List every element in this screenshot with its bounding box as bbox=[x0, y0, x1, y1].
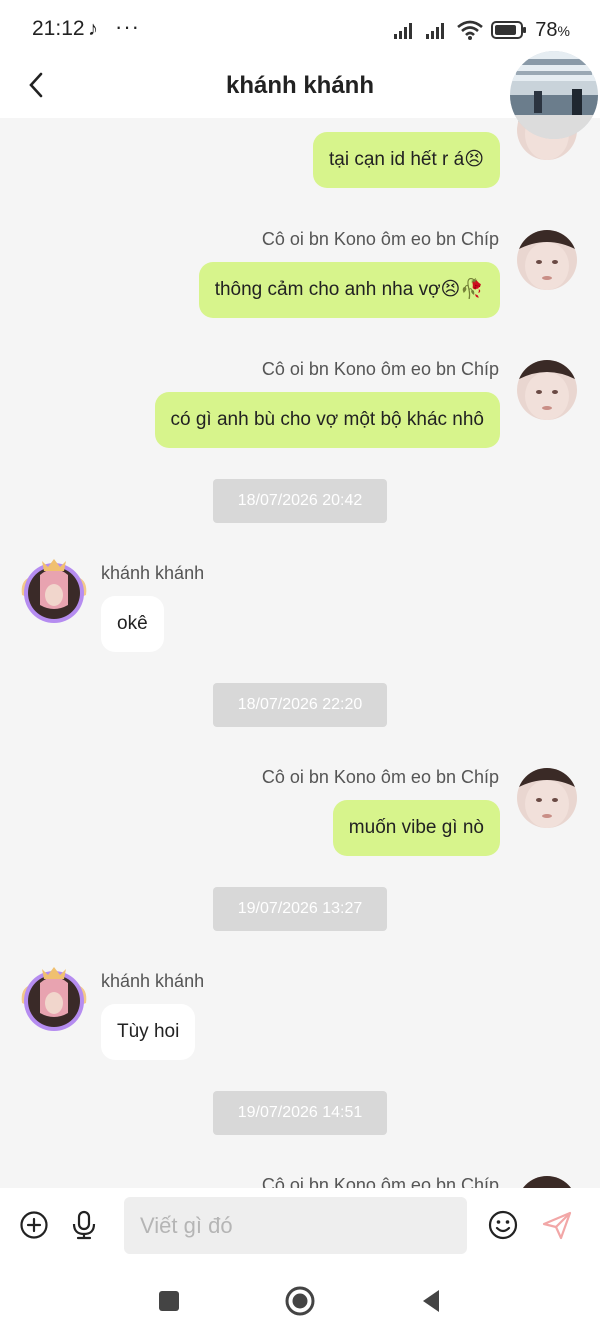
message-composer bbox=[0, 1188, 600, 1264]
nav-back-icon[interactable] bbox=[414, 1284, 448, 1318]
timestamp-divider: 19/07/2026 13:27 bbox=[213, 887, 387, 931]
avatar[interactable] bbox=[517, 768, 577, 828]
sender-name: Cô oi bn Kono ôm eo bn Chíp bbox=[261, 229, 499, 249]
message-bubble-outgoing[interactable]: tại cạn id hết r á😣 bbox=[313, 132, 500, 188]
signal-icon bbox=[394, 23, 413, 39]
signal-icon-2 bbox=[426, 23, 445, 39]
message-input[interactable] bbox=[124, 1197, 467, 1254]
mic-icon[interactable] bbox=[67, 1208, 101, 1242]
more-notifications-icon: ··· bbox=[115, 14, 140, 39]
status-bar: 21:12 ♪ ··· 78% bbox=[0, 0, 600, 58]
avatar[interactable] bbox=[18, 963, 90, 1035]
sender-name: khánh khánh bbox=[101, 563, 205, 583]
tiktok-icon: ♪ bbox=[88, 18, 98, 40]
message-bubble-outgoing[interactable]: muốn vibe gì nò bbox=[332, 800, 500, 856]
sender-name: khánh khánh bbox=[101, 971, 205, 991]
battery-percent: 78% bbox=[535, 18, 570, 41]
timestamp-divider: 18/07/2026 20:42 bbox=[213, 479, 387, 523]
system-navigation-bar bbox=[0, 1264, 600, 1334]
avatar[interactable] bbox=[517, 230, 577, 290]
timestamp-divider: 19/07/2026 14:51 bbox=[213, 1091, 387, 1135]
status-indicators: 78% bbox=[393, 17, 570, 43]
floating-video-thumbnail[interactable] bbox=[510, 51, 598, 139]
send-icon[interactable] bbox=[540, 1208, 574, 1242]
sender-name: Cô oi bn Kono ôm eo bn Chíp bbox=[261, 1175, 499, 1188]
emoji-icon[interactable] bbox=[486, 1208, 520, 1242]
status-time: 21:12 bbox=[32, 17, 85, 40]
timestamp-divider: 18/07/2026 22:20 bbox=[213, 683, 387, 727]
add-icon[interactable] bbox=[17, 1208, 51, 1242]
avatar[interactable] bbox=[517, 360, 577, 420]
message-bubble-incoming[interactable]: okê bbox=[101, 596, 164, 652]
message-list[interactable]: tại cạn id hết r á😣 Cô oi bn Kono ôm eo … bbox=[0, 118, 600, 1188]
battery-icon bbox=[491, 21, 527, 39]
message-input-container bbox=[124, 1197, 467, 1254]
sender-name: Cô oi bn Kono ôm eo bn Chíp bbox=[261, 767, 499, 787]
nav-recents-icon[interactable] bbox=[152, 1284, 186, 1318]
avatar[interactable] bbox=[18, 555, 90, 627]
message-bubble-incoming[interactable]: Tùy hoi bbox=[101, 1004, 196, 1060]
message-bubble-outgoing[interactable]: có gì anh bù cho vợ một bộ khác nhô bbox=[154, 392, 500, 448]
avatar[interactable] bbox=[517, 1176, 577, 1188]
nav-home-icon[interactable] bbox=[283, 1284, 317, 1318]
message-bubble-outgoing[interactable]: thông cảm cho anh nha vợ😣🥀 bbox=[198, 262, 500, 318]
sender-name: Cô oi bn Kono ôm eo bn Chíp bbox=[261, 359, 499, 379]
wifi-icon bbox=[457, 20, 484, 40]
